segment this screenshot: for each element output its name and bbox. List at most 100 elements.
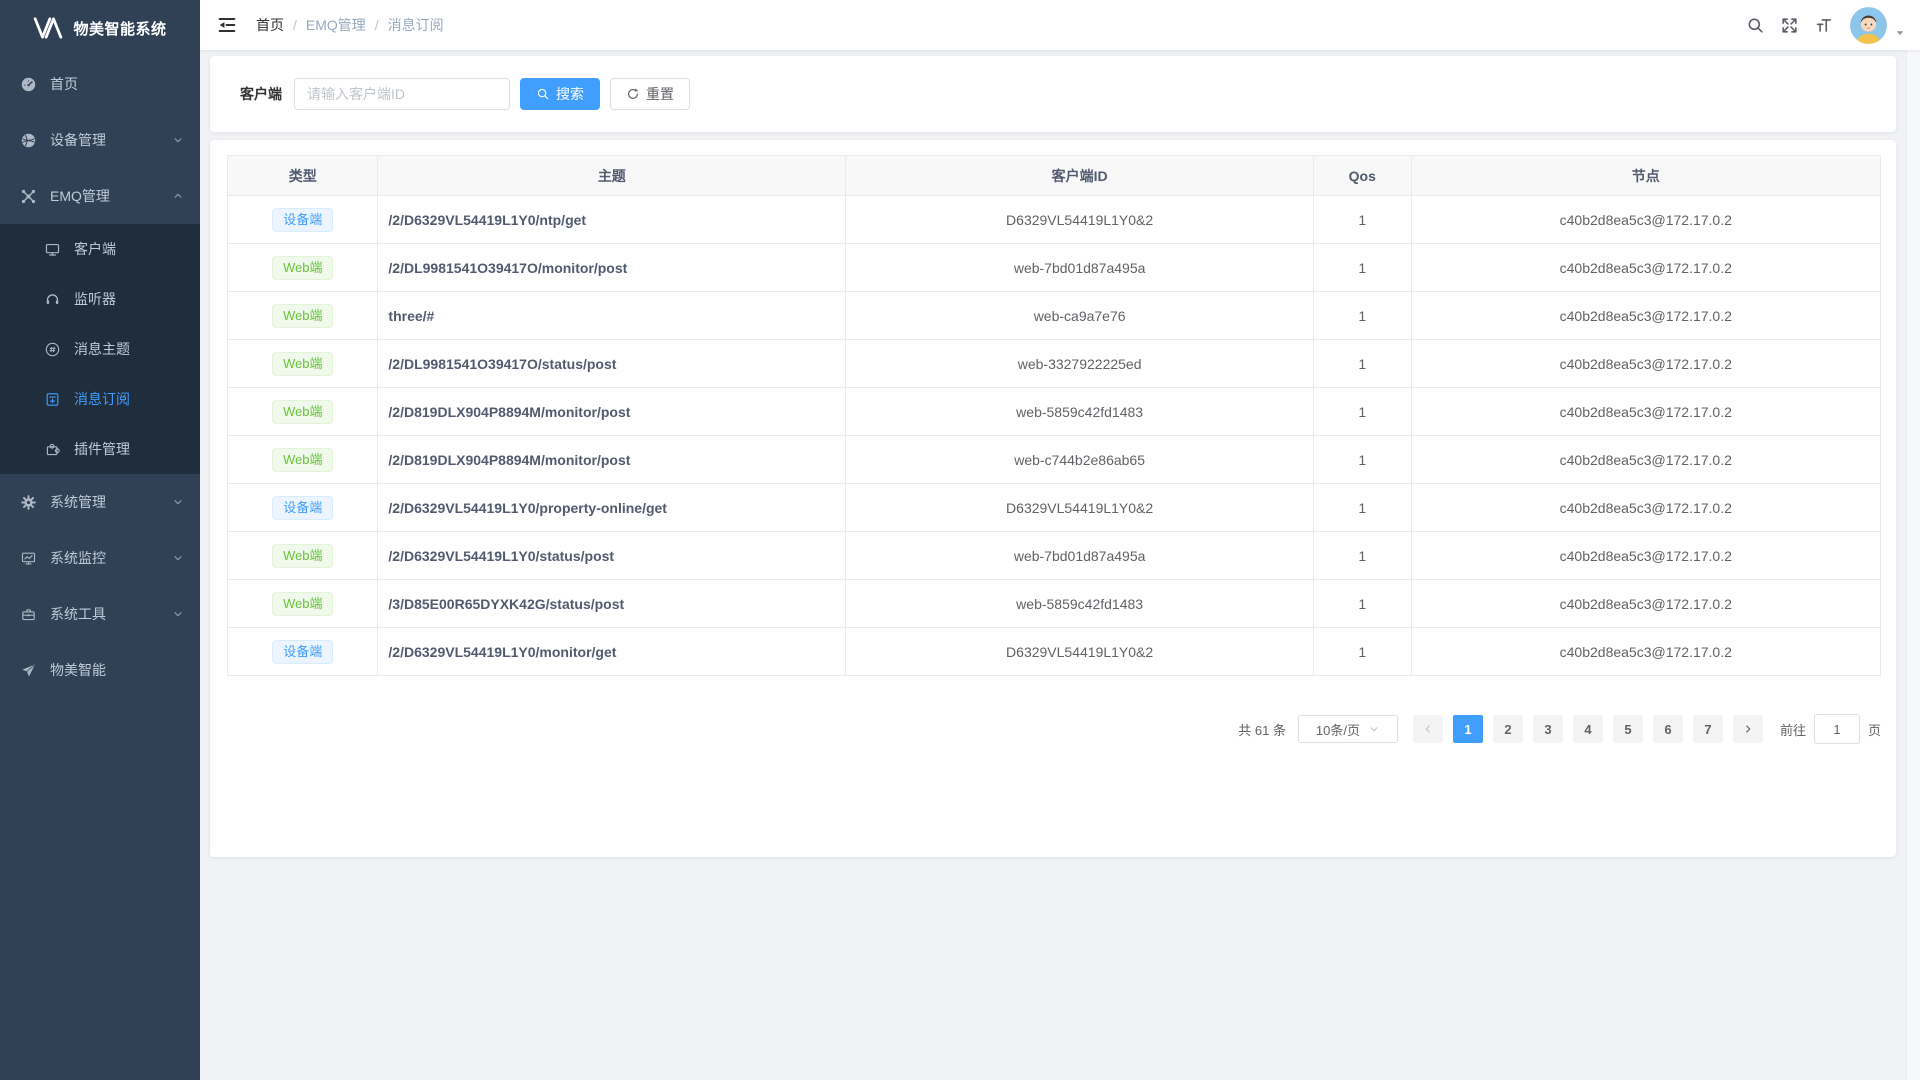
search-button[interactable]: 搜索 (520, 78, 600, 110)
hash-circle-icon (44, 341, 61, 358)
reset-button[interactable]: 重置 (610, 78, 690, 110)
search-panel: 客户端 搜索 重置 (210, 56, 1896, 132)
page-button-1[interactable]: 1 (1453, 715, 1483, 743)
avatar (1850, 7, 1887, 44)
next-page-button[interactable] (1733, 715, 1763, 743)
sidebar-item-label: 首页 (50, 74, 184, 94)
notebook-icon (44, 391, 61, 408)
column-header: 客户端ID (846, 156, 1314, 196)
cell-topic: /2/D819DLX904P8894M/monitor/post (378, 388, 846, 436)
type-tag: Web端 (272, 448, 334, 472)
user-menu[interactable] (1850, 7, 1906, 44)
cell-client-id: web-ca9a7e76 (846, 292, 1314, 340)
subscriptions-panel: 类型主题客户端IDQos节点 设备端/2/D6329VL54419L1Y0/nt… (210, 140, 1896, 857)
cell-node: c40b2d8ea5c3@172.17.0.2 (1411, 532, 1880, 580)
cell-topic: /2/DL9981541O39417O/monitor/post (378, 244, 846, 292)
type-tag: Web端 (272, 352, 334, 376)
sidebar-item-wumei-smart[interactable]: 物美智能 (0, 642, 200, 698)
chevron-left-icon (1422, 723, 1434, 735)
table-row: Web端/2/D6329VL54419L1Y0/status/postweb-7… (228, 532, 1881, 580)
cell-topic: /2/D6329VL54419L1Y0/property-online/get (378, 484, 846, 532)
type-tag: Web端 (272, 544, 334, 568)
cell-qos: 1 (1314, 340, 1412, 388)
sidebar-item-emq-client[interactable]: 客户端 (0, 224, 200, 274)
goto-page-input[interactable] (1814, 714, 1860, 744)
sidebar-item-label: 系统管理 (50, 492, 172, 512)
table-row: Web端/2/DL9981541O39417O/monitor/postweb-… (228, 244, 1881, 292)
cell-type: 设备端 (228, 484, 378, 532)
type-tag: Web端 (272, 304, 334, 328)
chevron-down-icon (172, 608, 184, 620)
paper-plane-icon (20, 662, 37, 679)
chevron-down-icon (172, 496, 184, 508)
collapse-sidebar-icon[interactable] (216, 14, 238, 36)
column-header: 类型 (228, 156, 378, 196)
chevron-down-icon (172, 134, 184, 146)
subscriptions-table: 类型主题客户端IDQos节点 设备端/2/D6329VL54419L1Y0/nt… (227, 155, 1881, 676)
client-id-label: 客户端 (240, 84, 282, 104)
page-size-select[interactable]: 10条/页 (1298, 715, 1398, 743)
app-logo[interactable]: 物美智能系统 (0, 0, 200, 56)
refresh-icon (626, 87, 640, 101)
breadcrumb-item[interactable]: 首页 (256, 15, 284, 35)
type-tag: 设备端 (272, 640, 333, 664)
prev-page-button[interactable] (1413, 715, 1443, 743)
sidebar-item-system-mgmt[interactable]: 系统管理 (0, 474, 200, 530)
sidebar-item-emq-subscription[interactable]: 消息订阅 (0, 374, 200, 424)
cell-node: c40b2d8ea5c3@172.17.0.2 (1411, 340, 1880, 388)
chevron-down-icon (1368, 723, 1380, 735)
scrollbar-track[interactable] (1906, 50, 1920, 1080)
cell-type: 设备端 (228, 628, 378, 676)
sidebar-menu: 首页设备管理EMQ管理客户端监听器消息主题消息订阅插件管理系统管理系统监控系统工… (0, 56, 200, 698)
gear-icon (20, 494, 37, 511)
client-id-input[interactable] (294, 78, 510, 110)
cell-type: Web端 (228, 340, 378, 388)
cell-qos: 1 (1314, 628, 1412, 676)
dashboard-icon (20, 76, 37, 93)
sidebar-item-device-mgmt[interactable]: 设备管理 (0, 112, 200, 168)
sidebar-item-emq-listener[interactable]: 监听器 (0, 274, 200, 324)
table-row: Web端three/#web-ca9a7e761c40b2d8ea5c3@172… (228, 292, 1881, 340)
column-header: 节点 (1411, 156, 1880, 196)
cell-topic: /2/D6329VL54419L1Y0/ntp/get (378, 196, 846, 244)
cell-node: c40b2d8ea5c3@172.17.0.2 (1411, 484, 1880, 532)
page-number-list: 1234567 (1448, 715, 1728, 743)
cell-topic: /2/D6329VL54419L1Y0/status/post (378, 532, 846, 580)
page-button-4[interactable]: 4 (1573, 715, 1603, 743)
sidebar: 物美智能系统 首页设备管理EMQ管理客户端监听器消息主题消息订阅插件管理系统管理… (0, 0, 200, 1080)
cell-type: Web端 (228, 388, 378, 436)
font-size-icon (1814, 16, 1833, 35)
sidebar-item-emq-plugin[interactable]: 插件管理 (0, 424, 200, 474)
cell-client-id: web-5859c42fd1483 (846, 580, 1314, 628)
cell-client-id: D6329VL54419L1Y0&2 (846, 196, 1314, 244)
breadcrumb: 首页/EMQ管理/消息订阅 (256, 15, 444, 35)
page-button-5[interactable]: 5 (1613, 715, 1643, 743)
sidebar-item-emq-mgmt[interactable]: EMQ管理 (0, 168, 200, 224)
cell-type: 设备端 (228, 196, 378, 244)
sidebar-item-label: 系统监控 (50, 548, 172, 568)
cell-node: c40b2d8ea5c3@172.17.0.2 (1411, 628, 1880, 676)
page-unit: 页 (1868, 720, 1881, 739)
fullscreen-button[interactable] (1772, 0, 1806, 50)
sidebar-item-home[interactable]: 首页 (0, 56, 200, 112)
page-button-7[interactable]: 7 (1693, 715, 1723, 743)
pagination: 共 61 条 10条/页 1234567 前往 页 (1238, 715, 1881, 743)
cell-client-id: web-3327922225ed (846, 340, 1314, 388)
page-button-3[interactable]: 3 (1533, 715, 1563, 743)
table-row: Web端/2/D819DLX904P8894M/monitor/postweb-… (228, 436, 1881, 484)
page-button-6[interactable]: 6 (1653, 715, 1683, 743)
sidebar-item-system-monitor[interactable]: 系统监控 (0, 530, 200, 586)
page-button-2[interactable]: 2 (1493, 715, 1523, 743)
cell-qos: 1 (1314, 388, 1412, 436)
submenu-emq-mgmt: 客户端监听器消息主题消息订阅插件管理 (0, 224, 200, 474)
monitor-icon (44, 241, 61, 258)
cell-topic: /2/D6329VL54419L1Y0/monitor/get (378, 628, 846, 676)
sidebar-item-system-tools[interactable]: 系统工具 (0, 586, 200, 642)
font-size-button[interactable] (1806, 0, 1840, 50)
sidebar-item-emq-topic[interactable]: 消息主题 (0, 324, 200, 374)
column-header: Qos (1314, 156, 1412, 196)
cell-client-id: web-5859c42fd1483 (846, 388, 1314, 436)
cell-node: c40b2d8ea5c3@172.17.0.2 (1411, 580, 1880, 628)
cell-topic: /3/D85E00R65DYXK42G/status/post (378, 580, 846, 628)
header-search-button[interactable] (1738, 0, 1772, 50)
